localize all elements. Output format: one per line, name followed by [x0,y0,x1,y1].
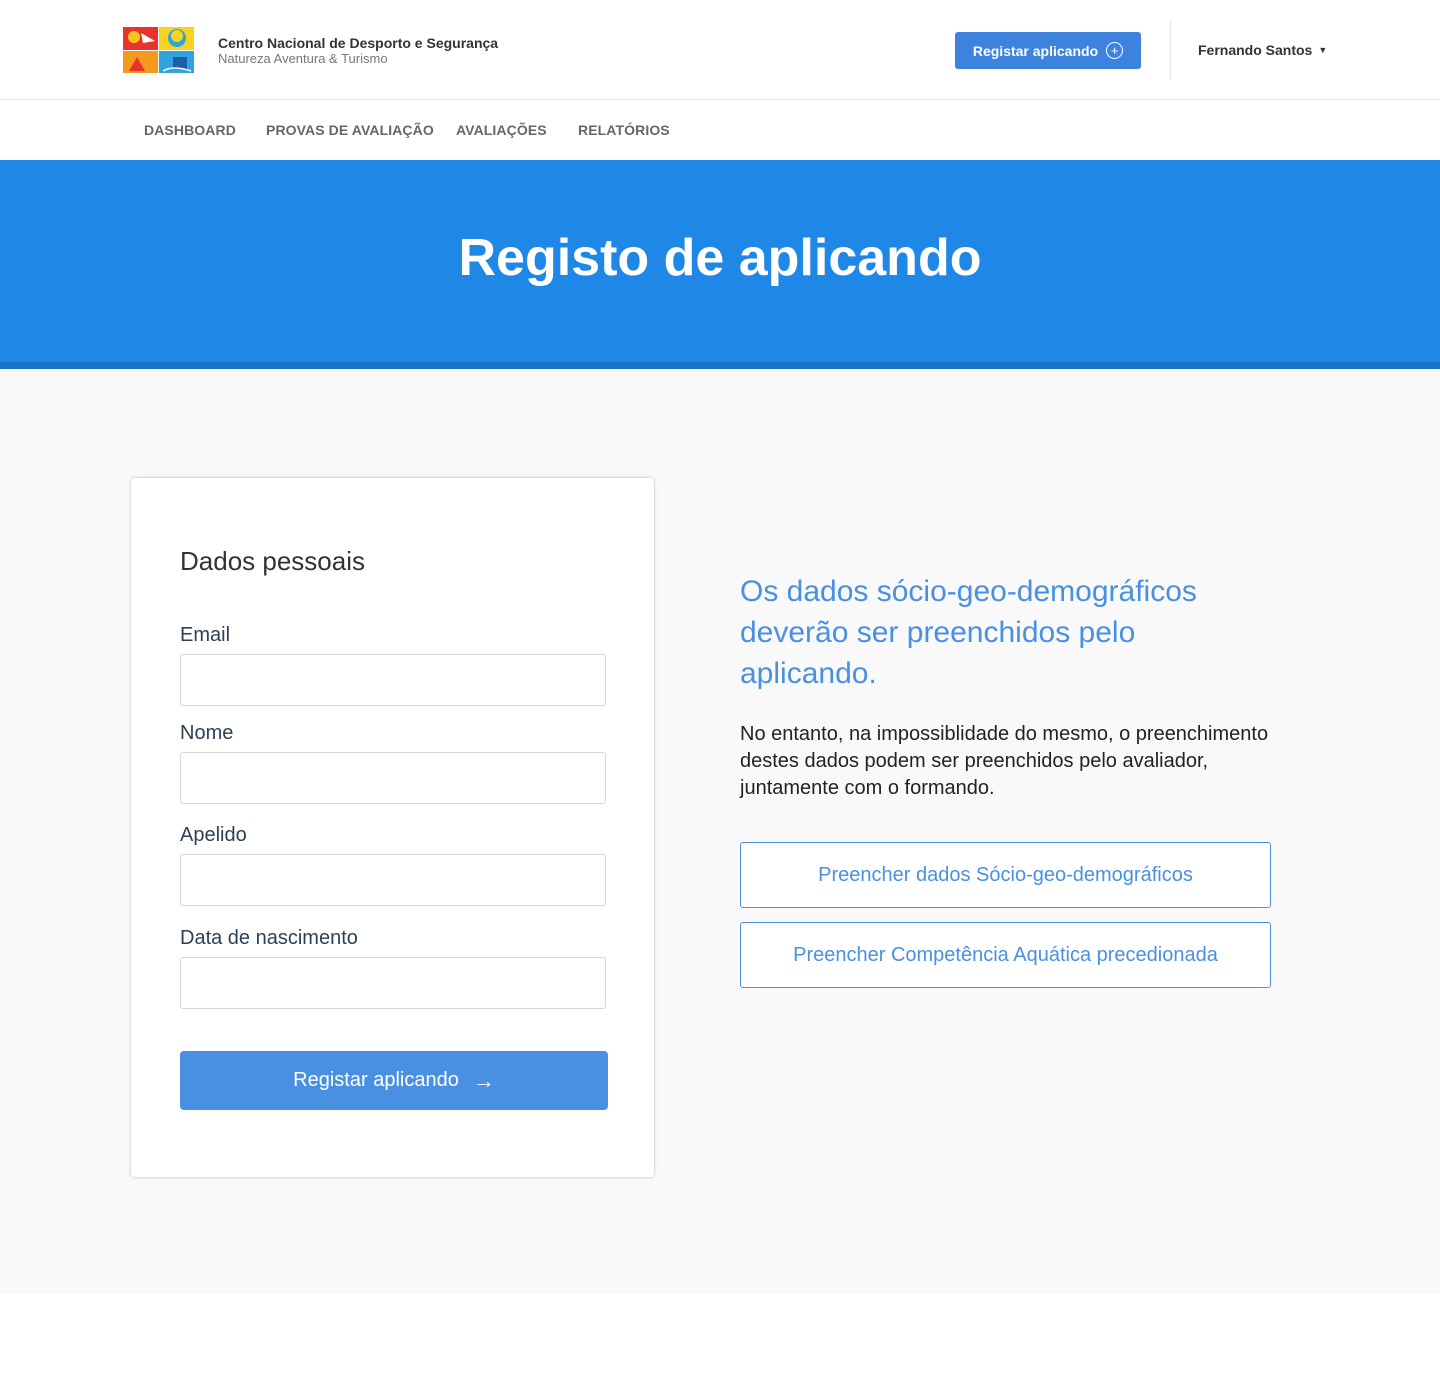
arrow-right-icon: → [472,1067,495,1093]
page-title: Registo de aplicando [458,229,982,287]
nome-label: Nome [180,722,234,744]
card-title: Dados pessoais [180,546,365,576]
header: Centro Nacional de Desporto e Segurança … [0,0,1440,100]
birthdate-field[interactable] [180,957,606,1009]
user-name: Fernando Santos [1198,42,1313,58]
header-register-label: Registar aplicando [972,42,1099,59]
fill-socio-label: Preencher dados Sócio-geo-demográficos [818,863,1193,886]
apelido-label: Apelido [180,824,247,846]
info-body: No entanto, na impossiblidade do mesmo, … [740,723,1269,799]
fill-aquatic-competence-button[interactable]: Preencher Competência Aquática precedion… [740,922,1271,988]
email-label: Email [180,624,231,646]
hero-bottom-bar [0,362,1440,369]
nav-item-dashboard[interactable]: DASHBOARD [144,122,236,138]
fill-socio-demographic-button[interactable]: Preencher dados Sócio-geo-demográficos [740,842,1271,908]
nome-field[interactable] [180,752,606,804]
nav-item-relatorios[interactable]: RELATÓRIOS [578,122,670,138]
org-name: Centro Nacional de Desporto e Segurança [218,35,499,51]
header-register-button[interactable]: Registar aplicando + [955,32,1141,69]
main-nav: DASHBOARD PROVAS DE AVALIAÇÃO AVALIAÇÕES… [0,101,1440,160]
fill-aquatic-label: Preencher Competência Aquática precedion… [793,943,1218,966]
chevron-down-icon: ▼ [1318,45,1328,55]
user-menu[interactable]: Fernando Santos ▼ [1198,42,1327,58]
nav-item-provas[interactable]: PROVAS DE AVALIAÇÃO [266,122,434,138]
email-field[interactable] [180,654,606,706]
header-divider [1170,20,1171,80]
plus-circle-icon: + [1106,42,1124,59]
info-heading: Os dados sócio-geo-demográficos deverão … [740,575,1197,690]
apelido-field[interactable] [180,854,606,906]
birthdate-label: Data de nascimento [180,927,358,949]
nav-item-avaliacoes[interactable]: AVALIAÇÕES [456,122,547,138]
org-subtitle: Natureza Aventura & Turismo [218,51,388,66]
register-submit-button[interactable]: Registar aplicando → [180,1051,608,1110]
logo[interactable] [123,27,194,73]
submit-label: Registar aplicando [293,1069,459,1091]
